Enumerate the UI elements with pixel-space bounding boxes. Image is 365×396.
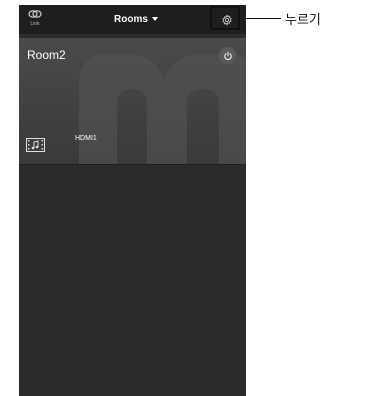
- room-background-graphic: [79, 54, 246, 164]
- room-name: Room2: [27, 48, 66, 62]
- callout-label: 누르기: [285, 13, 321, 28]
- power-icon: [223, 51, 232, 60]
- link-label: Link: [30, 21, 40, 27]
- divider: [19, 164, 246, 165]
- app-screen: Link Rooms Room2 HDMI1: [19, 5, 246, 396]
- music-video-source-icon: [26, 138, 45, 152]
- callout-line: [246, 18, 281, 19]
- room-card[interactable]: Room2 HDMI1: [19, 38, 246, 164]
- callout-highlight-box: [210, 6, 240, 30]
- manual-illustration: Link Rooms Room2 HDMI1 누르기: [0, 0, 365, 396]
- rooms-dropdown[interactable]: Rooms: [114, 12, 158, 26]
- power-button[interactable]: [219, 47, 236, 64]
- rooms-title: Rooms: [114, 13, 148, 25]
- link-icon: [28, 10, 42, 18]
- source-label: HDMI1: [75, 135, 97, 142]
- link-button[interactable]: Link: [25, 8, 45, 32]
- caret-down-icon: [151, 17, 158, 21]
